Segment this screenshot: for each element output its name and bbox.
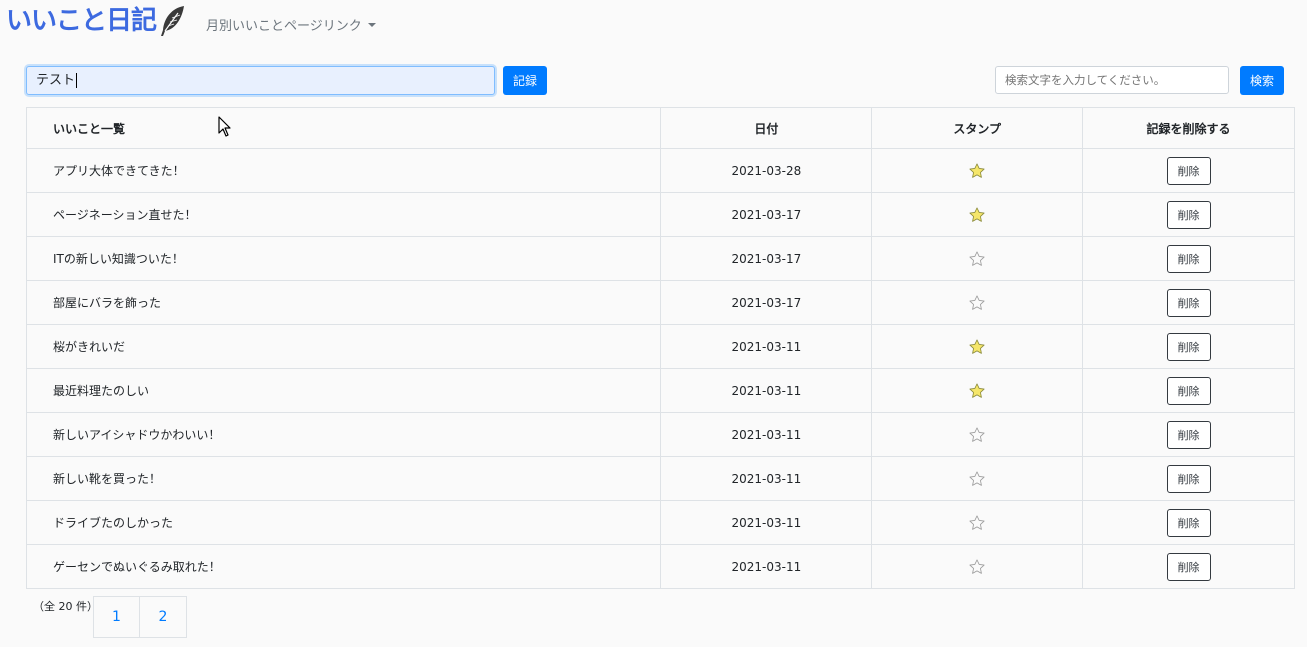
row-date: 2021-03-11	[660, 324, 873, 369]
caret-down-icon	[367, 22, 376, 27]
text-caret	[76, 73, 78, 88]
search-button[interactable]: 検索	[1240, 66, 1284, 95]
row-stamp	[871, 324, 1084, 369]
row-date: 2021-03-11	[660, 368, 873, 413]
total-count: （全 20 件）	[33, 600, 98, 613]
delete-button[interactable]: 削除	[1166, 464, 1211, 493]
star-outline-icon[interactable]	[968, 514, 986, 532]
delete-button[interactable]: 削除	[1166, 200, 1211, 229]
header-date: 日付	[660, 107, 873, 149]
memo-input[interactable]: テスト	[26, 66, 495, 95]
feather-icon	[161, 6, 185, 36]
row-stamp	[871, 280, 1084, 325]
star-filled-icon[interactable]	[968, 206, 986, 224]
table-row: 新しい靴を買った！ 2021-03-11 削除	[25, 456, 1295, 501]
table-row: アプリ大体できてきた！ 2021-03-28 削除	[25, 148, 1295, 193]
star-outline-icon[interactable]	[968, 558, 986, 576]
row-stamp	[871, 192, 1084, 237]
monthly-page-dropdown-label: 月別いいことページリンク	[206, 19, 362, 34]
row-delete-cell: 削除	[1082, 148, 1295, 193]
delete-button[interactable]: 削除	[1166, 376, 1211, 405]
row-delete-cell: 削除	[1082, 544, 1295, 589]
star-filled-icon[interactable]	[968, 338, 986, 356]
header-title: いいこと一覧	[25, 107, 662, 149]
row-date: 2021-03-17	[660, 192, 873, 237]
row-stamp	[871, 500, 1084, 545]
table-row: 新しいアイシャドウかわいい！ 2021-03-11 削除	[25, 412, 1295, 457]
row-date: 2021-03-11	[660, 412, 873, 457]
row-date: 2021-03-11	[660, 544, 873, 589]
header-stamp: スタンプ	[871, 107, 1084, 149]
delete-button[interactable]: 削除	[1166, 288, 1211, 317]
row-delete-cell: 削除	[1082, 324, 1295, 369]
delete-button[interactable]: 削除	[1166, 156, 1211, 185]
row-delete-cell: 削除	[1082, 280, 1295, 325]
table-row: ITの新しい知識ついた！ 2021-03-17 削除	[25, 236, 1295, 281]
table-row: 桜がきれいだ 2021-03-11 削除	[25, 324, 1295, 369]
row-date: 2021-03-28	[660, 148, 873, 193]
star-filled-icon[interactable]	[968, 162, 986, 180]
row-title: アプリ大体できてきた！	[25, 148, 662, 193]
row-title: ドライブたのしかった	[25, 500, 662, 545]
row-stamp	[871, 456, 1084, 501]
page-link-2[interactable]: 2	[140, 596, 187, 638]
mouse-cursor-icon	[218, 116, 231, 137]
row-stamp	[871, 544, 1084, 589]
row-date: 2021-03-11	[660, 456, 873, 501]
row-title: ゲーセンでぬいぐるみ取れた！	[25, 544, 662, 589]
page-link-1[interactable]: 1	[93, 596, 140, 638]
row-date: 2021-03-11	[660, 500, 873, 545]
star-outline-icon[interactable]	[968, 470, 986, 488]
memo-input-value: テスト	[36, 73, 76, 88]
row-title: ITの新しい知識ついた！	[25, 236, 662, 281]
star-outline-icon[interactable]	[968, 294, 986, 312]
star-filled-icon[interactable]	[968, 382, 986, 400]
row-title: ページネーション直せた！	[25, 192, 662, 237]
delete-button[interactable]: 削除	[1166, 552, 1211, 581]
star-outline-icon[interactable]	[968, 426, 986, 444]
row-stamp	[871, 412, 1084, 457]
header-delete: 記録を削除する	[1082, 107, 1295, 149]
row-stamp	[871, 148, 1084, 193]
row-stamp	[871, 368, 1084, 413]
table-row: ページネーション直せた！ 2021-03-17 削除	[25, 192, 1295, 237]
star-outline-icon[interactable]	[968, 250, 986, 268]
brand-title: いいこと日記	[6, 6, 157, 36]
record-button[interactable]: 記録	[503, 66, 547, 95]
table-row: 最近料理たのしい 2021-03-11 削除	[25, 368, 1295, 413]
navbar: いいこと日記 月別いいことページリンク	[0, 0, 1307, 48]
table-row: 部屋にバラを飾った 2021-03-17 削除	[25, 280, 1295, 325]
row-title: 部屋にバラを飾った	[25, 280, 662, 325]
table-row: ドライブたのしかった 2021-03-11 削除	[25, 500, 1295, 545]
table-row: ゲーセンでぬいぐるみ取れた！ 2021-03-11 削除	[25, 544, 1295, 589]
search-input[interactable]	[995, 66, 1229, 94]
memo-table: いいこと一覧 日付 スタンプ 記録を削除する アプリ大体できてきた！ 2021-0…	[25, 107, 1295, 589]
row-delete-cell: 削除	[1082, 192, 1295, 237]
row-delete-cell: 削除	[1082, 412, 1295, 457]
row-title: 最近料理たのしい	[25, 368, 662, 413]
delete-button[interactable]: 削除	[1166, 508, 1211, 537]
row-title: 新しいアイシャドウかわいい！	[25, 412, 662, 457]
delete-button[interactable]: 削除	[1166, 332, 1211, 361]
row-title: 桜がきれいだ	[25, 324, 662, 369]
pagination: 1 2	[93, 596, 187, 638]
row-date: 2021-03-17	[660, 236, 873, 281]
row-stamp	[871, 236, 1084, 281]
row-delete-cell: 削除	[1082, 456, 1295, 501]
row-delete-cell: 削除	[1082, 500, 1295, 545]
delete-button[interactable]: 削除	[1166, 420, 1211, 449]
table-header-row: いいこと一覧 日付 スタンプ 記録を削除する	[25, 107, 1295, 149]
row-title: 新しい靴を買った！	[25, 456, 662, 501]
delete-button[interactable]: 削除	[1166, 244, 1211, 273]
row-date: 2021-03-17	[660, 280, 873, 325]
brand-logo[interactable]: いいこと日記	[6, 3, 186, 39]
row-delete-cell: 削除	[1082, 368, 1295, 413]
row-delete-cell: 削除	[1082, 236, 1295, 281]
monthly-page-dropdown[interactable]: 月別いいことページリンク	[206, 15, 376, 34]
